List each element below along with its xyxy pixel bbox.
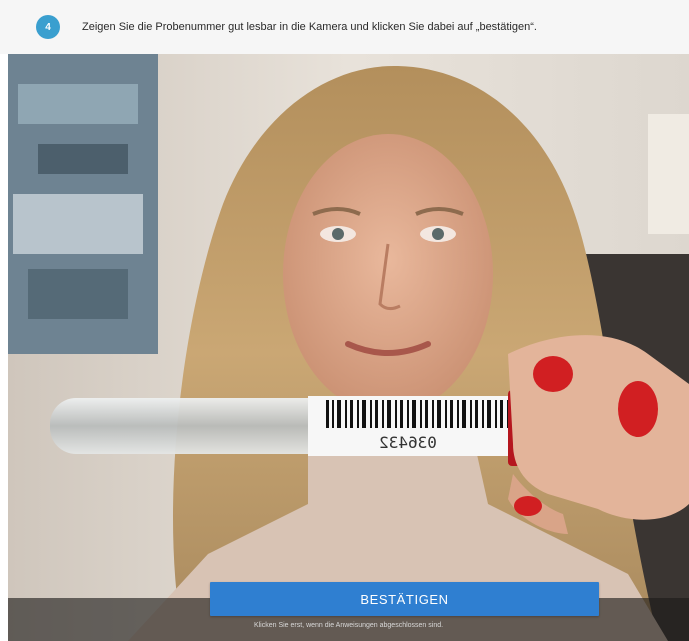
confirm-hint: Klicken Sie erst, wenn die Anweisungen a… (253, 622, 444, 629)
confirm-button[interactable]: BESTÄTIGEN (210, 582, 599, 616)
sample-number-label: 036432 (379, 433, 437, 452)
camera-feed: 036432 (8, 54, 689, 641)
sample-verification-screen: 4 Zeigen Sie die Probenummer gut lesbar … (0, 0, 689, 641)
instruction-text: Zeigen Sie die Probenummer gut lesbar in… (82, 21, 537, 33)
wall-poster (8, 54, 158, 354)
face (283, 134, 493, 414)
hand (508, 335, 689, 534)
camera-image: 036432 (8, 54, 689, 641)
step-badge: 4 (36, 15, 60, 39)
instruction-bar: 4 Zeigen Sie die Probenummer gut lesbar … (0, 0, 689, 54)
